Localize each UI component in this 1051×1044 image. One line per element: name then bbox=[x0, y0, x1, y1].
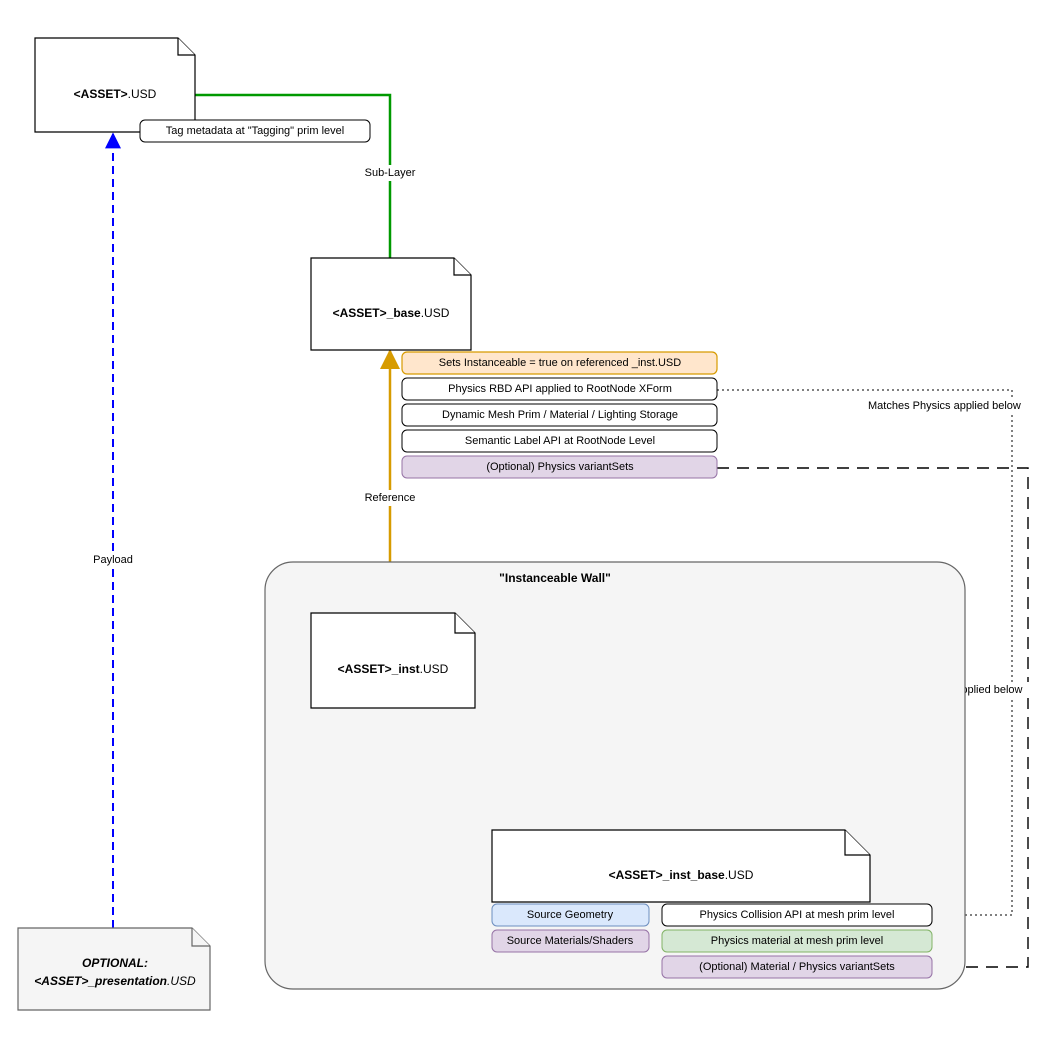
tag-inst-base-variant-label: (Optional) Material / Physics variantSet… bbox=[699, 961, 895, 973]
svg-text:<ASSET>.USD: <ASSET>.USD bbox=[74, 87, 157, 101]
group-instanceable-wall-title: "Instanceable Wall" bbox=[499, 571, 611, 585]
node-asset-presentation-line2-rest: .USD bbox=[167, 974, 196, 988]
edge-sublayer-1-label: Sub-Layer bbox=[365, 167, 416, 179]
tag-inst-base-phys-col-label: Physics Collision API at mesh prim level bbox=[699, 909, 894, 921]
node-asset-base-title-rest: .USD bbox=[421, 306, 450, 320]
node-asset-presentation-line2-bold: <ASSET>_presentation bbox=[34, 974, 167, 988]
node-asset-inst-base-title-rest: .USD bbox=[725, 868, 754, 882]
tag-base-rbd-label: Physics RBD API applied to RootNode XFor… bbox=[448, 383, 672, 395]
edge-reference-label: Reference bbox=[365, 492, 416, 504]
svg-text:<ASSET>_inst_base.USD: <ASSET>_inst_base.USD bbox=[609, 868, 754, 882]
node-asset-presentation-line1: OPTIONAL: bbox=[82, 956, 148, 970]
edge-matches-physics-label: Matches Physics applied below bbox=[868, 400, 1021, 412]
tag-base-dyn-label: Dynamic Mesh Prim / Material / Lighting … bbox=[442, 409, 678, 421]
svg-text:<ASSET>_base.USD: <ASSET>_base.USD bbox=[333, 306, 450, 320]
tag-inst-base-geom-label: Source Geometry bbox=[527, 909, 614, 921]
svg-text:OPTIONAL:: OPTIONAL: bbox=[82, 956, 148, 970]
node-asset-inst-base-title-bold: <ASSET>_inst_base bbox=[609, 868, 725, 882]
node-asset-presentation: OPTIONAL: <ASSET>_presentation.USD bbox=[18, 928, 210, 1010]
node-asset-title-rest: .USD bbox=[128, 87, 157, 101]
tag-base-variant-label: (Optional) Physics variantSets bbox=[486, 461, 634, 473]
node-asset-base-title-bold: <ASSET>_base bbox=[333, 306, 421, 320]
node-asset-inst-base: <ASSET>_inst_base.USD bbox=[492, 830, 870, 902]
edge-payload-label: Payload bbox=[93, 554, 133, 566]
node-asset-title-bold: <ASSET> bbox=[74, 87, 128, 101]
svg-text:<ASSET>_presentation.USD: <ASSET>_presentation.USD bbox=[34, 974, 196, 988]
tag-asset-metadata-label: Tag metadata at "Tagging" prim level bbox=[166, 125, 344, 137]
tag-base-sem-label: Semantic Label API at RootNode Level bbox=[465, 435, 655, 447]
node-asset-inst-title-bold: <ASSET>_inst bbox=[338, 662, 420, 676]
node-asset-inst-title-rest: .USD bbox=[420, 662, 449, 676]
node-asset-base: <ASSET>_base.USD bbox=[311, 258, 471, 350]
node-asset-inst: <ASSET>_inst.USD bbox=[311, 613, 475, 708]
tag-inst-base-mat-label: Source Materials/Shaders bbox=[507, 935, 634, 947]
svg-text:<ASSET>_inst.USD: <ASSET>_inst.USD bbox=[338, 662, 449, 676]
node-asset: <ASSET>.USD bbox=[35, 38, 195, 132]
tag-inst-base-phys-mat-label: Physics material at mesh prim level bbox=[711, 935, 883, 947]
tag-base-instanceable-label: Sets Instanceable = true on referenced _… bbox=[439, 357, 682, 369]
